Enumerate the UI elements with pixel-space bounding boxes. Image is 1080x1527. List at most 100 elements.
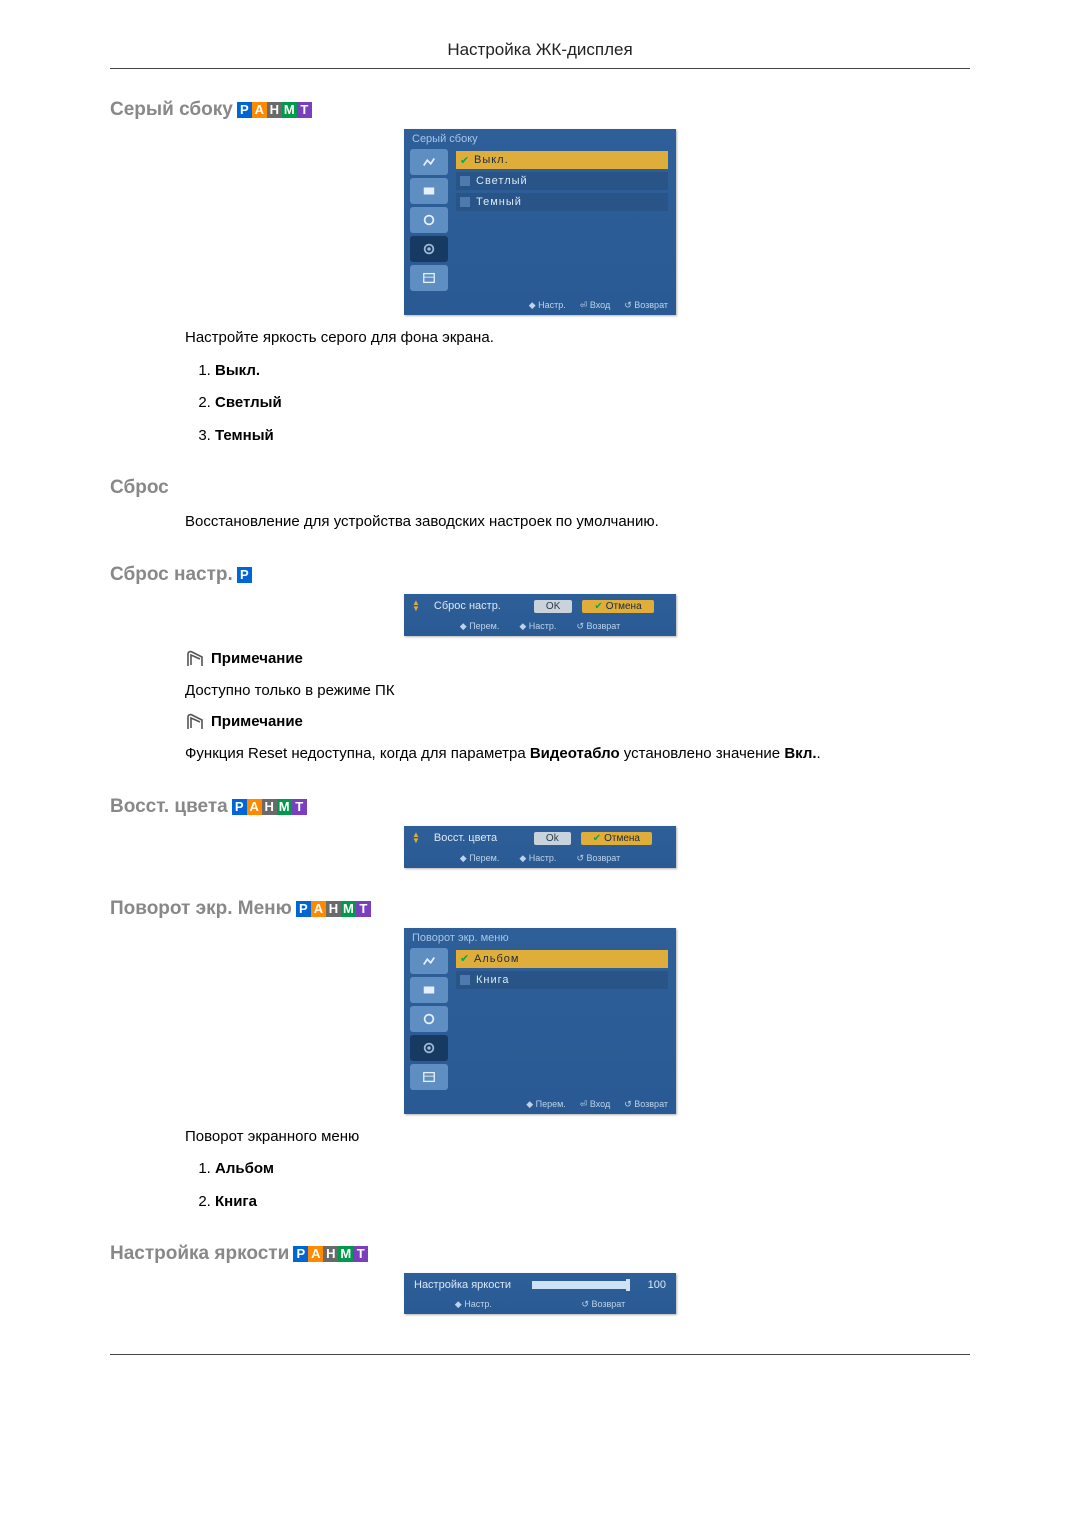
pahmt-badge: P A H M T [293,1246,368,1262]
pahmt-badge: P A H M T [296,901,371,917]
osd-color-reset: ▲▼ Восст. цвета Ok ✔Отмена ◆ Перем. ◆ На… [404,826,676,868]
osd-hint-adjust: ◆ Настр. [519,853,556,864]
osd-item-dark: Темный [456,193,668,211]
section-reset-settings-title: Сброс настр. P [110,564,970,586]
list-item: Альбом [215,1158,970,1181]
list-item: Светлый [215,392,970,415]
slider-value: 100 [638,1279,666,1291]
osd-footer: ◆ Настр. ↺ Возврат [404,1297,676,1314]
badge-p: P [296,901,311,917]
list-item: Выкл. [215,360,970,383]
footer-rule [110,1354,970,1355]
note2-end: . [817,745,821,762]
section-gray-side-title: Серый сбоку P A H M T [110,99,970,121]
badge-t: T [297,102,312,118]
osd-tab-5 [410,1064,448,1090]
section5-options: Альбом Книга [185,1158,970,1213]
badge-m: M [341,901,356,917]
osd-items: ✔Выкл. Светлый Темный [452,147,676,298]
osd-item-light: Светлый [456,172,668,190]
badge-a: A [308,1246,323,1262]
osd-tab-4-selected [410,236,448,262]
osd-tabs [404,946,452,1097]
cancel-button: ✔Отмена [581,832,652,845]
cancel-label: Отмена [606,601,642,612]
opt-dark: Темный [215,427,274,444]
section-reset-label: Сброс [110,477,169,499]
osd-title: Серый сбоку [404,129,676,147]
pahmt-badge: P A H M T [237,102,312,118]
note2-text: Функция Reset недоступна, когда для пара… [185,743,970,766]
badge-h: H [262,799,277,815]
badge-a: A [252,102,267,118]
osd-hint-move: ◆ Перем. [460,853,500,864]
slider-track [532,1281,630,1289]
section-reset-settings-label: Сброс настр. [110,564,233,586]
osd-footer: ◆ Перем. ⏎ Вход ↺ Возврат [404,1097,676,1114]
note2-pre: Функция Reset недоступна, когда для пара… [185,745,530,762]
check-icon: ✔ [593,833,601,844]
osd-gray-side: Серый сбоку ✔Выкл. Светлый Темный [404,129,676,315]
section5-desc: Поворот экранного меню [185,1126,970,1149]
note-label: Примечание [211,648,303,671]
opt-off: Выкл. [215,362,260,379]
section1-options: Выкл. Светлый Темный [185,360,970,448]
check-icon: ✔ [594,601,602,612]
slider-fill [532,1281,630,1289]
badge-m: M [282,102,297,118]
cancel-label: Отмена [604,833,640,844]
osd-slider-title: Настройка яркости [414,1279,524,1291]
osd-reset-settings: ▲▼ Сброс настр. OK ✔Отмена ◆ Перем. ◆ На… [404,594,676,636]
osd-hint-return: ↺ Возврат [576,621,620,632]
badge-h: H [267,102,282,118]
osd-tabs [404,147,452,298]
osd-hint-return: ↺ Возврат [576,853,620,864]
badge-p: P [293,1246,308,1262]
osd-hint-adjust: ◆ Настр. [529,300,566,311]
section2-desc: Восстановление для устройства заводских … [185,511,970,534]
badge-m: M [277,799,292,815]
badge-a: A [247,799,262,815]
osd-hint-enter: ⏎ Вход [580,300,610,311]
osd-items: ✔Альбом Книга [452,946,676,1097]
note2-bold2: Вкл. [784,745,816,762]
badge-a: A [311,901,326,917]
osd-tab-1 [410,149,448,175]
square-icon [460,176,470,186]
square-icon [460,975,470,985]
note2-bold1: Видеотабло [530,745,620,762]
osd-brightness: Настройка яркости 100 ◆ Настр. ↺ Возврат [404,1273,676,1314]
square-icon [460,197,470,207]
osd-dialog-title: Сброс настр. [434,600,524,612]
osd-tab-3 [410,207,448,233]
note-1: Примечание [185,648,970,671]
osd-hint-return: ↺ Возврат [581,1299,625,1310]
osd-footer: ◆ Перем. ◆ Настр. ↺ Возврат [404,851,676,868]
pahmt-badge: P A H M T [232,799,307,815]
osd-dialog-title: Восст. цвета [434,832,524,844]
updown-icon: ▲▼ [412,600,420,612]
badge-p: P [237,102,252,118]
section-brightness-title: Настройка яркости P A H M T [110,1243,970,1265]
badge-t: T [292,799,307,815]
osd-tab-2 [410,178,448,204]
osd-item-label: Альбом [474,953,519,965]
osd-item-label: Книга [476,974,510,986]
page-header: Настройка ЖК-дисплея [0,40,1080,60]
ok-button: OK [534,600,572,613]
osd-tab-5 [410,265,448,291]
osd-tab-2 [410,977,448,1003]
section-reset-title: Сброс [110,477,970,499]
note2-mid: установлено значение [620,745,785,762]
updown-icon: ▲▼ [412,832,420,844]
osd-hint-return: ↺ Возврат [624,300,668,311]
badge-h: H [326,901,341,917]
badge-p: P [237,567,252,583]
section-rotate-menu-label: Поворот экр. Меню [110,898,292,920]
note-label: Примечание [211,711,303,734]
osd-tab-4-selected [410,1035,448,1061]
osd-tab-3 [410,1006,448,1032]
badge-t: T [353,1246,368,1262]
osd-footer: ◆ Настр. ⏎ Вход ↺ Возврат [404,298,676,315]
osd-title: Поворот экр. меню [404,928,676,946]
